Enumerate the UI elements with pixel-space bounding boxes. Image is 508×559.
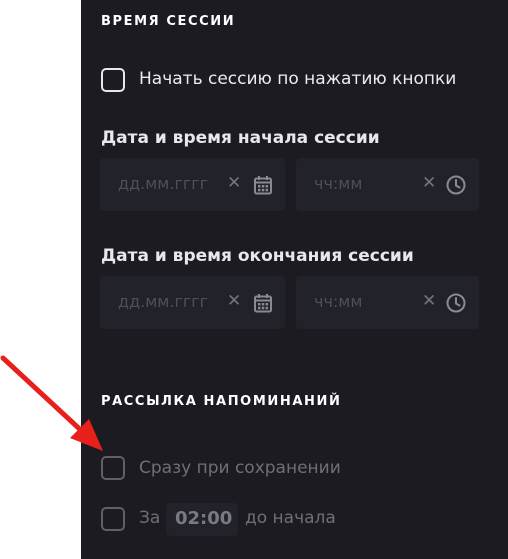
start-datetime-label: Дата и время начала сессии xyxy=(101,128,380,148)
remind-before-time-input[interactable]: 02:00 xyxy=(166,503,238,536)
end-time-input[interactable]: чч:мм ✕ xyxy=(296,276,479,329)
start-time-input[interactable]: чч:мм ✕ xyxy=(296,158,479,211)
start-date-placeholder: дд.мм.гггг xyxy=(118,174,209,193)
remind-before-time-value: 02:00 xyxy=(175,508,233,529)
start-time-placeholder: чч:мм xyxy=(314,174,363,193)
end-date-placeholder: дд.мм.гггг xyxy=(118,292,209,311)
start-on-button-label[interactable]: Начать сессию по нажатию кнопки xyxy=(139,69,456,89)
start-on-button-checkbox[interactable] xyxy=(101,68,125,92)
remind-on-save-checkbox[interactable] xyxy=(101,456,125,480)
clock-icon[interactable] xyxy=(445,174,467,196)
close-icon[interactable]: ✕ xyxy=(227,173,241,193)
close-icon[interactable]: ✕ xyxy=(422,173,436,193)
end-date-input[interactable]: дд.мм.гггг ✕ xyxy=(100,276,285,329)
end-time-placeholder: чч:мм xyxy=(314,292,363,311)
arrow-icon xyxy=(0,355,103,451)
close-icon[interactable]: ✕ xyxy=(227,291,241,311)
calendar-icon[interactable] xyxy=(252,174,274,196)
remind-before-start-prefix: За xyxy=(139,508,161,528)
close-icon[interactable]: ✕ xyxy=(422,291,436,311)
calendar-icon[interactable] xyxy=(252,292,274,314)
section-title-session-time: ВРЕМЯ СЕССИИ xyxy=(101,14,236,29)
clock-icon[interactable] xyxy=(445,292,467,314)
end-datetime-label: Дата и время окончания сессии xyxy=(101,246,414,266)
remind-before-start-suffix: до начала xyxy=(245,508,336,528)
remind-before-start-checkbox[interactable] xyxy=(101,507,125,531)
start-date-input[interactable]: дд.мм.гггг ✕ xyxy=(100,158,285,211)
remind-on-save-label[interactable]: Сразу при сохранении xyxy=(139,458,341,478)
section-title-reminders: РАССЫЛКА НАПОМИНАНИЙ xyxy=(101,394,342,409)
